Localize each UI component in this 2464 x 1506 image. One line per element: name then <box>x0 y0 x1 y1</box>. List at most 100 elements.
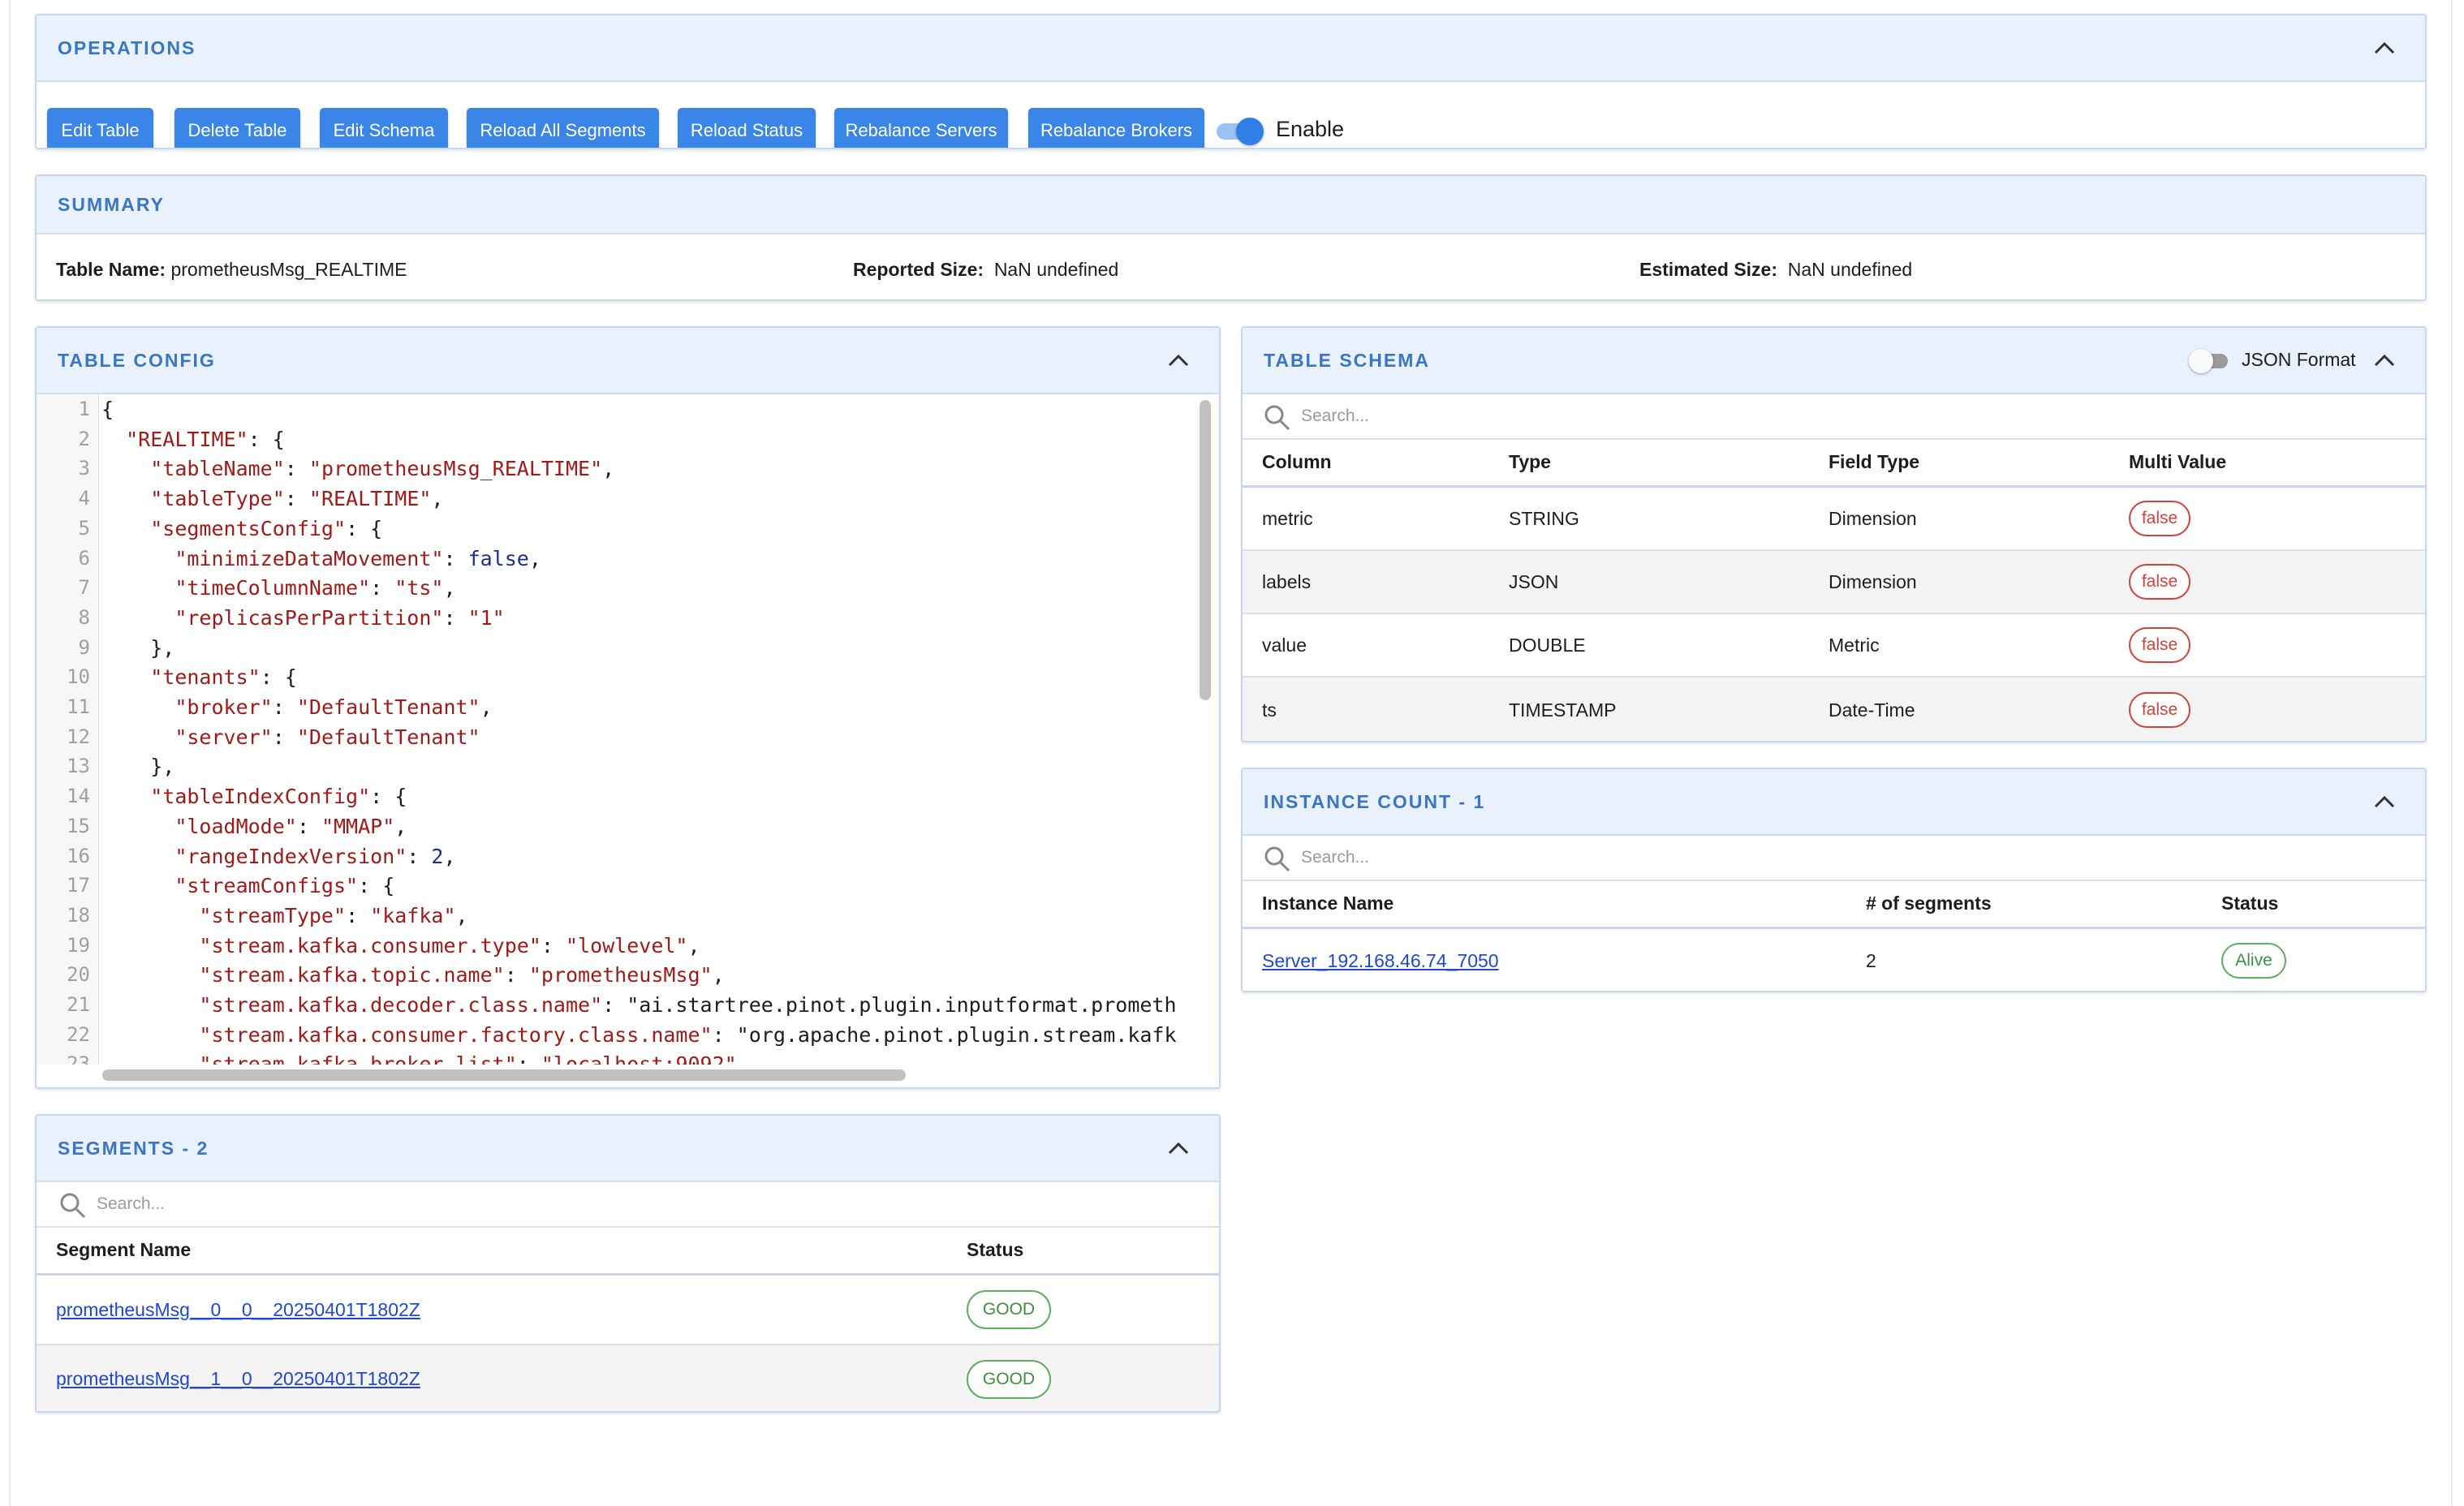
json-format-label-text: JSON Format <box>2242 349 2356 370</box>
line-number: 8 <box>78 605 90 629</box>
json-format-toggle[interactable] <box>2189 349 2229 373</box>
line-number: 2 <box>78 427 90 450</box>
search-icon <box>59 1192 87 1224</box>
table-row[interactable]: prometheusMsg__0__0__20250401T1802Z GOOD <box>37 1276 1219 1345</box>
code-line: "REALTIME": { <box>126 427 285 451</box>
column-header-multi-value[interactable]: Multi Value <box>2129 438 2226 485</box>
table-row[interactable]: value DOUBLE Metric false <box>1243 614 2425 678</box>
code-line: "streamConfigs": { <box>174 874 395 898</box>
code-line: "minimizeDataMovement": false, <box>174 546 541 570</box>
code-line: "broker": "DefaultTenant", <box>174 695 493 719</box>
chevron-up-icon[interactable] <box>2371 789 2397 815</box>
reload-all-segments-button[interactable]: Reload All Segments <box>467 108 659 148</box>
line-number: 9 <box>78 635 90 659</box>
chevron-up-icon[interactable] <box>2371 347 2397 373</box>
reload-status-button[interactable]: Reload Status <box>678 108 816 148</box>
chevron-up-icon[interactable] <box>2371 35 2397 61</box>
code-line: "segmentsConfig": { <box>150 516 383 540</box>
column-header-status[interactable]: Status <box>967 1226 1023 1273</box>
table-row[interactable]: prometheusMsg__1__0__20250401T1802Z GOOD <box>37 1345 1219 1411</box>
line-number: 19 <box>67 933 90 957</box>
code-line: "timeColumnName": "ts", <box>174 576 456 600</box>
instance-segment-count: 2 <box>1866 949 1876 971</box>
table-name-field: Table Name: prometheusMsg_REALTIME <box>56 259 407 281</box>
schema-search-input[interactable] <box>1301 404 1788 428</box>
segments-header: SEGMENTS - 2 <box>37 1116 1219 1182</box>
table-row[interactable]: metric STRING Dimension false <box>1243 488 2425 551</box>
code-line: "stream.kafka.consumer.factory.class.nam… <box>199 1022 1177 1047</box>
column-header-segment-name[interactable]: Segment Name <box>56 1226 191 1273</box>
segment-name-link[interactable]: prometheusMsg__0__0__20250401T1802Z <box>56 1276 420 1344</box>
code-vertical-scrollbar[interactable] <box>1200 400 1211 700</box>
segment-name-link[interactable]: prometheusMsg__1__0__20250401T1802Z <box>56 1345 420 1411</box>
table-config-title: TABLE CONFIG <box>58 349 216 371</box>
column-header-segment-count[interactable]: # of segments <box>1866 880 1992 927</box>
line-number: 6 <box>78 546 90 570</box>
code-line: "tableType": "REALTIME", <box>150 487 444 511</box>
edit-table-button[interactable]: Edit Table <box>47 108 153 148</box>
multi-value-badge: false <box>2129 692 2190 728</box>
estimated-size-value: NaN undefined <box>1787 259 1913 280</box>
delete-table-button[interactable]: Delete Table <box>174 108 300 148</box>
schema-column-name: ts <box>1262 699 1277 721</box>
line-number: 13 <box>67 755 90 778</box>
table-row[interactable]: labels JSON Dimension false <box>1243 551 2425 614</box>
summary-title: SUMMARY <box>58 193 165 215</box>
table-schema-header-bar: TABLE SCHEMA JSON Format <box>1243 328 2425 394</box>
line-number: 12 <box>67 725 90 748</box>
config-code-editor[interactable]: 1 2 3 4 5 6 7 8 9 10 11 12 13 14 15 16 17 18 19 20 21 22 23 { … <box>37 394 1218 1065</box>
line-number: 15 <box>67 814 90 837</box>
status-badge: GOOD <box>967 1360 1051 1399</box>
column-header-column[interactable]: Column <box>1262 438 1332 485</box>
code-line: }, <box>101 635 175 660</box>
column-header-instance-name[interactable]: Instance Name <box>1262 880 1394 927</box>
schema-search-row <box>1243 394 2425 440</box>
status-badge: Alive <box>2221 943 2286 979</box>
line-number-gutter: 1 2 3 4 5 6 7 8 9 10 11 12 13 14 15 16 17 18 19 20 21 22 23 <box>37 394 99 1065</box>
code-line: "stream.kafka.decoder.class.name": "ai.s… <box>199 993 1177 1017</box>
edit-schema-button[interactable]: Edit Schema <box>320 108 448 148</box>
line-number: 11 <box>67 695 90 718</box>
line-number: 7 <box>78 576 90 600</box>
multi-value-badge: false <box>2129 501 2190 536</box>
table-name-value: prometheusMsg_REALTIME <box>170 259 407 280</box>
reported-size-label: Reported Size: <box>853 259 984 280</box>
schema-field-type: Dimension <box>1829 507 1917 529</box>
instance-count-header: INSTANCE COUNT - 1 <box>1243 769 2425 836</box>
schema-column-name: labels <box>1262 570 1312 592</box>
table-row[interactable]: ts TIMESTAMP Date-Time false <box>1243 678 2425 741</box>
rebalance-brokers-button[interactable]: Rebalance Brokers <box>1028 108 1204 148</box>
segments-panel: SEGMENTS - 2 Segment Name Status prometh… <box>35 1114 1221 1413</box>
chevron-up-icon[interactable] <box>1165 347 1191 373</box>
instance-name-link[interactable]: Server_192.168.46.74_7050 <box>1262 929 1499 991</box>
column-header-type[interactable]: Type <box>1509 438 1551 485</box>
chevron-up-icon[interactable] <box>1165 1135 1191 1161</box>
segments-title: SEGMENTS - 2 <box>58 1137 209 1159</box>
line-number: 1 <box>78 398 90 420</box>
page-left-border <box>9 0 11 1506</box>
instance-table-header: Instance Name # of segments Status <box>1243 880 2425 929</box>
code-line: "stream.kafka.topic.name": "prometheusMs… <box>199 963 725 988</box>
segments-search-input[interactable] <box>97 1192 584 1216</box>
line-number: 22 <box>67 1022 90 1046</box>
enable-toggle[interactable] <box>1215 118 1264 145</box>
schema-column-name: value <box>1262 634 1307 656</box>
code-line: { <box>101 398 114 421</box>
code-horizontal-scrollbar[interactable] <box>102 1069 906 1081</box>
code-line: "tableName": "prometheusMsg_REALTIME", <box>150 457 615 481</box>
instance-count-panel: INSTANCE COUNT - 1 Instance Name # of se… <box>1241 768 2427 992</box>
column-header-field-type[interactable]: Field Type <box>1829 438 1919 485</box>
rebalance-servers-button[interactable]: Rebalance Servers <box>834 108 1008 148</box>
line-number: 21 <box>67 993 90 1016</box>
code-line: "streamType": "kafka", <box>199 903 468 927</box>
status-badge: GOOD <box>967 1290 1051 1329</box>
line-number: 4 <box>78 487 90 510</box>
line-number: 10 <box>67 665 90 689</box>
column-header-status[interactable]: Status <box>2221 880 2278 927</box>
code-line: "tableIndexConfig": { <box>150 785 407 809</box>
table-row[interactable]: Server_192.168.46.74_7050 2 Alive <box>1243 929 2425 991</box>
schema-type: STRING <box>1509 507 1579 529</box>
instance-search-input[interactable] <box>1301 846 1788 870</box>
operations-title: OPERATIONS <box>58 37 196 58</box>
search-icon <box>1264 846 1291 877</box>
